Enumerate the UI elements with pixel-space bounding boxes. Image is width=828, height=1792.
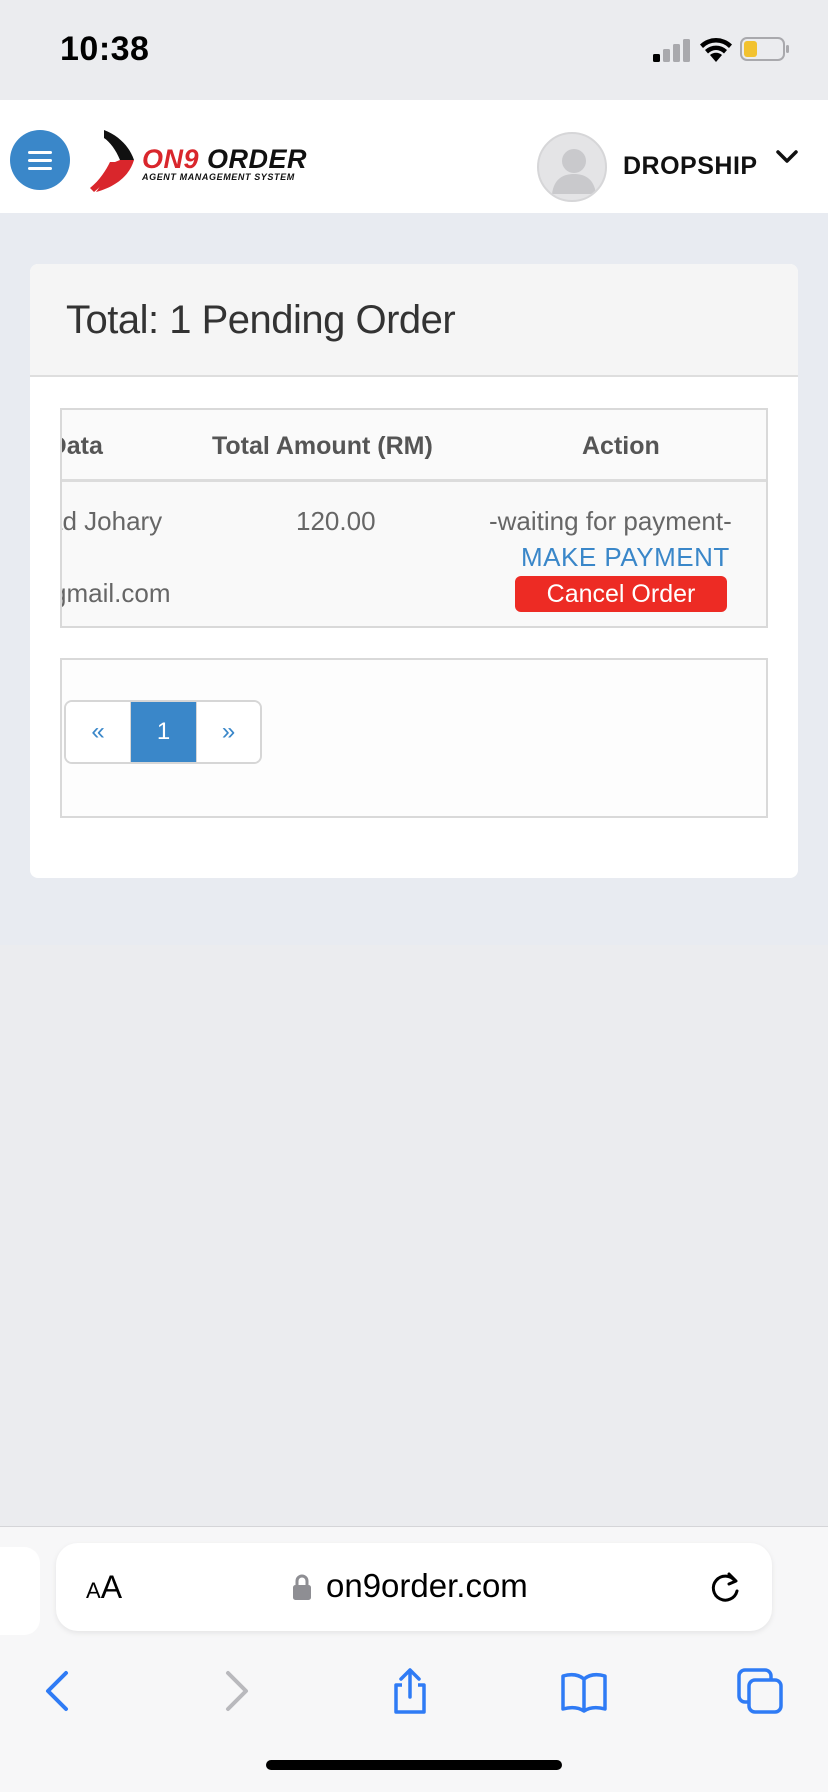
column-header-data: r Data — [62, 432, 103, 460]
pagination-next-button[interactable]: » — [196, 702, 260, 762]
address-bar[interactable]: AA on9order.com — [56, 1543, 772, 1631]
previous-tab-preview[interactable] — [0, 1547, 40, 1635]
pagination-page-1[interactable]: 1 — [130, 702, 196, 762]
wifi-icon — [700, 38, 732, 62]
cancel-order-button[interactable]: Cancel Order — [515, 576, 727, 612]
lock-icon — [293, 1574, 311, 1600]
brand-logo[interactable]: ON9 ORDER AGENT MANAGEMENT SYSTEM — [90, 130, 307, 192]
pagination: « 1 » — [64, 700, 262, 764]
user-name[interactable]: DROPSHIP — [623, 152, 758, 181]
status-time: 10:38 — [60, 30, 150, 68]
column-header-amount: Total Amount (RM) — [212, 432, 433, 460]
order-amount: 120.00 — [296, 506, 376, 536]
app-header: ON9 ORDER AGENT MANAGEMENT SYSTEM DROPSH… — [0, 100, 828, 213]
page-title: Total: 1 Pending Order — [66, 298, 456, 342]
bookmarks-icon[interactable] — [560, 1667, 608, 1715]
url-text[interactable]: on9order.com — [326, 1567, 528, 1605]
chevron-down-icon[interactable] — [775, 145, 799, 169]
avatar-placeholder-icon — [552, 149, 596, 194]
status-bar: 10:38 — [0, 0, 828, 100]
menu-toggle-button[interactable] — [10, 130, 70, 190]
cellular-signal-icon — [653, 39, 690, 62]
card-header: Total: 1 Pending Order — [30, 264, 798, 377]
orders-table[interactable]: r Data Total Amount (RM) Action ad Johar… — [60, 408, 768, 628]
customer-email: gmail.com — [60, 578, 171, 608]
make-payment-link[interactable]: MAKE PAYMENT — [521, 542, 730, 573]
forward-arrow-icon[interactable] — [212, 1667, 260, 1715]
table-header-row: r Data Total Amount (RM) Action — [62, 410, 766, 482]
home-indicator — [266, 1760, 562, 1770]
share-icon[interactable] — [386, 1667, 434, 1715]
tabs-icon[interactable] — [736, 1667, 784, 1715]
back-arrow-icon[interactable] — [34, 1667, 82, 1715]
user-avatar[interactable] — [537, 132, 607, 202]
customer-name: ad Johary — [62, 506, 163, 536]
pending-orders-card: Total: 1 Pending Order r Data Total Amou… — [30, 264, 798, 878]
logo-mark-icon — [90, 130, 134, 192]
battery-icon — [740, 37, 789, 61]
logo-tagline: AGENT MANAGEMENT SYSTEM — [142, 172, 295, 182]
text-size-button[interactable]: AA — [86, 1569, 122, 1606]
column-header-action: Action — [582, 432, 660, 460]
browser-nav-row — [0, 1657, 828, 1727]
order-status: -waiting for payment- — [489, 506, 732, 536]
reload-icon[interactable] — [708, 1569, 742, 1605]
browser-toolbar: AA on9order.com — [0, 1526, 828, 1792]
logo-wordmark: ON9 ORDER — [142, 144, 308, 174]
pagination-prev-button[interactable]: « — [66, 702, 130, 762]
pagination-container: « 1 » — [60, 658, 768, 818]
